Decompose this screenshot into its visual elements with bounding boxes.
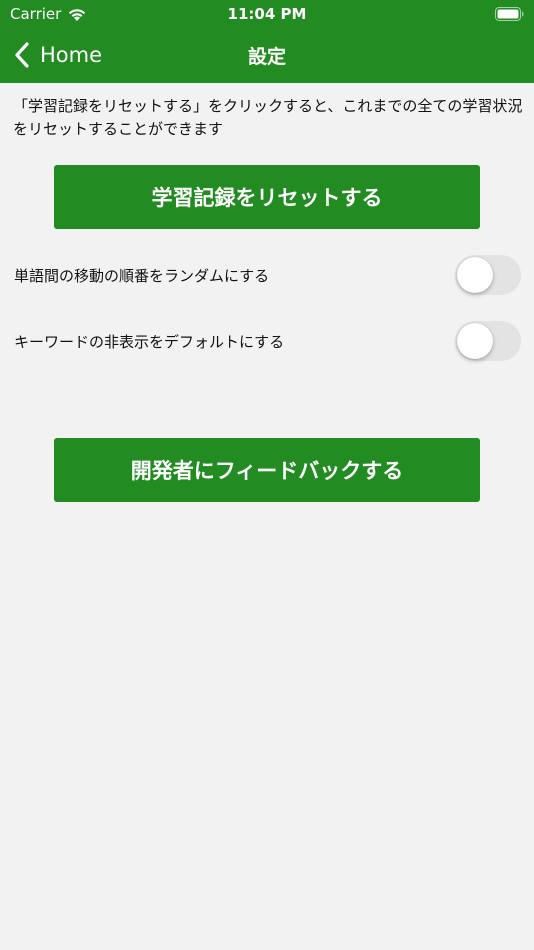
status-bar: Carrier 11:04 PM <box>0 0 534 28</box>
reset-history-button[interactable]: 学習記録をリセットする <box>54 165 480 229</box>
page-title: 設定 <box>247 46 286 68</box>
hide-keyword-toggle[interactable] <box>455 321 521 361</box>
status-time: 11:04 PM <box>227 5 307 23</box>
random-order-toggle[interactable] <box>455 255 521 295</box>
setting-row-hide-keyword: キーワードの非表示をデフォルトにする <box>0 319 534 363</box>
reset-description: 「学習記録をリセットする」をクリックすると、これまでの全ての学習状況をリセットす… <box>13 97 523 138</box>
setting-row-random-order: 単語間の移動の順番をランダムにする <box>0 253 534 297</box>
battery-icon <box>495 7 524 21</box>
header: Carrier 11:04 PM Home 設定 <box>0 0 534 83</box>
navigation-bar: Home 設定 <box>0 28 534 83</box>
setting-label-random-order: 単語間の移動の順番をランダムにする <box>14 267 270 285</box>
toggle-knob <box>457 257 493 293</box>
setting-label-hide-keyword: キーワードの非表示をデフォルトにする <box>14 333 285 351</box>
feedback-button[interactable]: 開発者にフィードバックする <box>54 438 480 502</box>
toggle-knob <box>457 323 493 359</box>
